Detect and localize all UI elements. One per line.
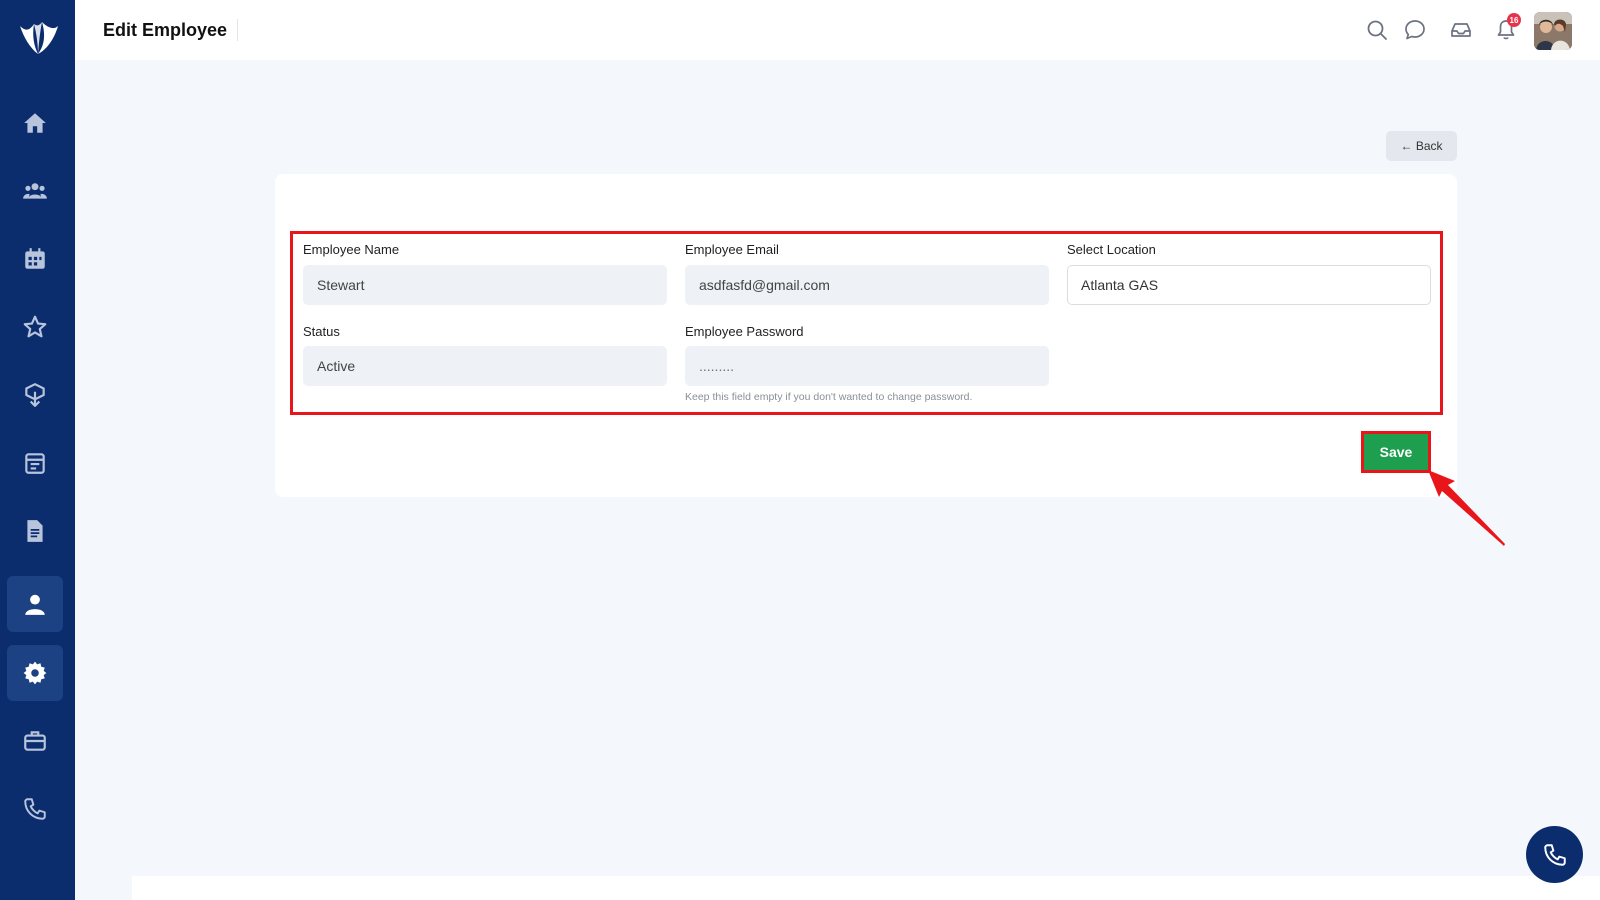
edit-employee-card: Employee Name Stewart Employee Email asd… <box>275 174 1457 497</box>
select-location-label: Select Location <box>1067 242 1156 257</box>
sidebar-item-favorites[interactable] <box>7 299 63 355</box>
search-button[interactable] <box>1365 18 1389 42</box>
employee-email-label: Employee Email <box>685 242 779 257</box>
sidebar-item-documents[interactable] <box>7 503 63 559</box>
cube-icon <box>25 383 45 407</box>
employee-password-label: Employee Password <box>685 324 804 339</box>
inbox-button[interactable] <box>1449 18 1473 42</box>
save-highlight-box: Save <box>1361 431 1431 473</box>
home-icon <box>24 113 46 133</box>
page-title: Edit Employee <box>103 19 239 41</box>
sidebar-item-jobs[interactable] <box>7 713 63 769</box>
sidebar-item-home[interactable] <box>7 95 63 151</box>
inbox-icon <box>1451 23 1471 37</box>
notification-badge: 16 <box>1507 13 1521 27</box>
employee-email-input[interactable]: asdfasfd@gmail.com <box>685 265 1049 305</box>
sidebar-item-team[interactable] <box>7 163 63 219</box>
user-photo-icon <box>1534 12 1572 50</box>
phone-icon <box>24 798 46 820</box>
sidebar-item-calendar[interactable] <box>7 231 63 287</box>
chat-bubble-icon <box>1405 20 1425 40</box>
document-icon <box>27 520 43 542</box>
sidebar-item-settings[interactable] <box>7 645 63 701</box>
calendar-icon <box>25 248 45 269</box>
employee-password-input[interactable]: ......... <box>685 346 1049 386</box>
logo-icon[interactable] <box>14 16 62 58</box>
briefcase-icon <box>24 731 46 751</box>
save-button[interactable]: Save <box>1364 434 1428 470</box>
users-icon <box>23 183 47 199</box>
back-button[interactable]: ← Back <box>1386 131 1457 161</box>
employee-name-input[interactable]: Stewart <box>303 265 667 305</box>
messages-button[interactable] <box>1403 18 1427 42</box>
sidebar-item-inventory[interactable] <box>7 367 63 423</box>
call-button[interactable] <box>1526 826 1583 883</box>
location-select[interactable]: Atlanta GAS <box>1067 265 1431 305</box>
annotation-arrow-icon <box>1428 470 1505 546</box>
footer-strip <box>132 876 1600 900</box>
user-icon <box>25 594 45 615</box>
employee-name-label: Employee Name <box>303 242 400 257</box>
sidebar-item-employees[interactable] <box>7 576 63 632</box>
star-icon <box>23 315 47 338</box>
schedule-icon <box>25 453 45 474</box>
sidebar-item-calls[interactable] <box>7 781 63 837</box>
sidebar-item-schedule[interactable] <box>7 435 63 491</box>
status-select[interactable]: Active <box>303 346 667 386</box>
avatar[interactable] <box>1534 12 1572 50</box>
search-icon <box>1367 20 1387 40</box>
form-highlight-box: Employee Name Stewart Employee Email asd… <box>290 231 1443 415</box>
sidebar <box>0 0 75 900</box>
phone-icon <box>1543 843 1566 866</box>
password-hint: Keep this field empty if you don't wante… <box>685 391 973 403</box>
gear-icon <box>23 661 47 685</box>
status-label: Status <box>303 324 340 339</box>
